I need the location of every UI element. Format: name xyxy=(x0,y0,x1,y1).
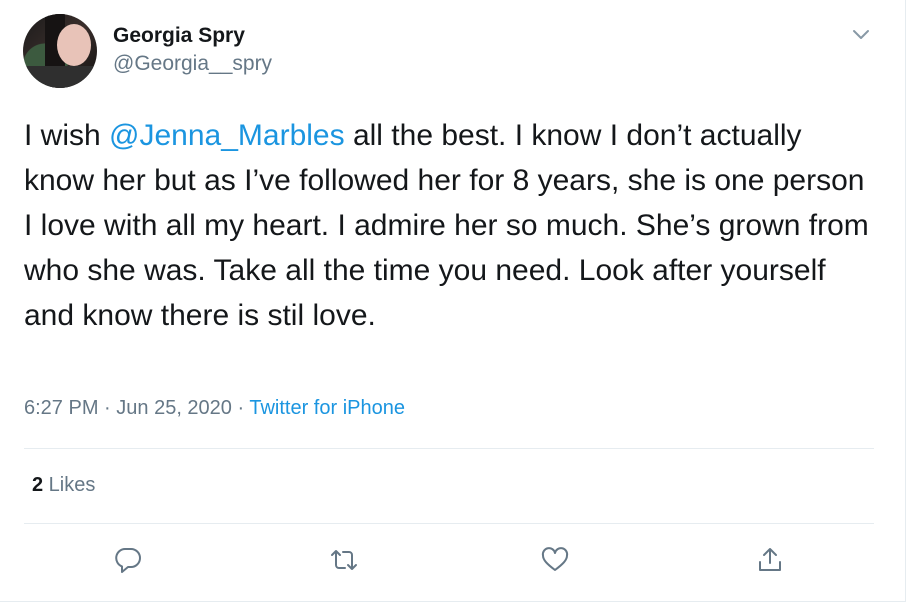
author-name[interactable]: Georgia Spry xyxy=(113,24,245,48)
tweet-time[interactable]: 6:27 PM xyxy=(24,397,98,419)
tweet-date[interactable]: Jun 25, 2020 xyxy=(116,397,232,419)
likes-count: 2 xyxy=(32,474,44,496)
reply-icon xyxy=(113,545,143,575)
author-handle[interactable]: @Georgia__spry xyxy=(113,52,272,76)
meta-separator: · xyxy=(231,397,250,419)
share-button[interactable] xyxy=(752,542,788,578)
avatar-shirt xyxy=(23,66,97,88)
avatar-face xyxy=(57,24,91,66)
reply-button[interactable] xyxy=(110,542,146,578)
tweet-meta: 6:27 PM · Jun 25, 2020 · Twitter for iPh… xyxy=(24,397,405,420)
divider xyxy=(24,448,874,449)
like-button[interactable] xyxy=(537,542,573,578)
mention-link[interactable]: @Jenna_Marbles xyxy=(109,119,345,152)
share-icon xyxy=(755,545,785,575)
tweet-source[interactable]: Twitter for iPhone xyxy=(249,397,405,419)
retweet-button[interactable] xyxy=(326,542,362,578)
tweet-card: Georgia Spry @Georgia__spry I wish @Jenn… xyxy=(0,0,906,602)
divider xyxy=(24,523,874,524)
avatar[interactable] xyxy=(23,14,97,88)
likes-label: Likes xyxy=(43,474,96,496)
heart-icon xyxy=(540,545,570,575)
likes-stat[interactable]: 2 Likes xyxy=(32,474,95,497)
action-bar xyxy=(0,542,906,582)
chevron-down-icon[interactable] xyxy=(850,24,872,46)
retweet-icon xyxy=(328,545,360,575)
tweet-text: I wish @Jenna_Marbles all the best. I kn… xyxy=(24,113,874,338)
tweet-text-start: I wish xyxy=(24,119,110,152)
meta-separator: · xyxy=(98,397,117,419)
